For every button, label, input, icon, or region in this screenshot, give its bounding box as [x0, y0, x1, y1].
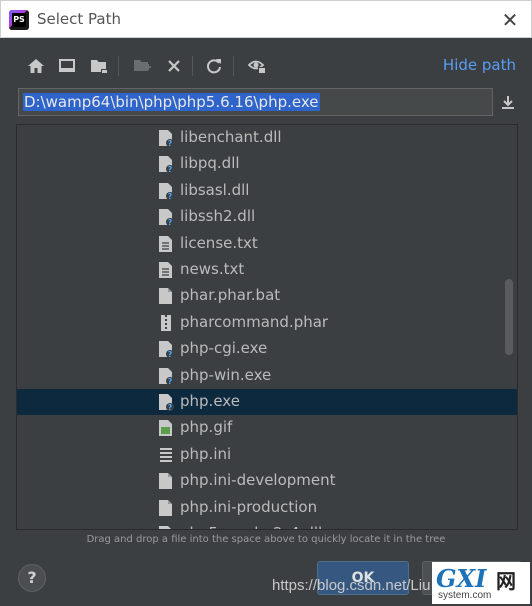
unknown-file-icon: ?: [158, 340, 174, 359]
title-bar: PS Select Path ✕: [0, 0, 532, 38]
batch-file-icon: [158, 287, 174, 305]
file-name: php.ini-development: [180, 471, 336, 490]
image-file-icon: [158, 419, 174, 437]
tree-scrollbar[interactable]: [505, 279, 513, 355]
file-row[interactable]: php.ini-production: [17, 495, 517, 521]
close-button[interactable]: ✕: [497, 7, 523, 33]
file-name: pharcommand.phar: [180, 312, 329, 331]
svg-text:?: ?: [168, 192, 173, 200]
file-name: php-cgi.exe: [180, 339, 268, 358]
file-row[interactable]: php.ini-development: [17, 468, 517, 494]
file-name: php5apache2_4.dll: [180, 524, 322, 529]
watermark-logo: GXI 网 system.com: [432, 562, 530, 604]
batch-file-icon: [158, 499, 174, 517]
file-name: libssh2.dll: [180, 207, 256, 226]
window-title: Select Path: [37, 10, 121, 28]
file-tree[interactable]: ? php5apache2_4.dll php.ini-production php.…: [16, 124, 518, 530]
file-row[interactable]: license.txt: [17, 231, 517, 257]
svg-text:?: ?: [168, 218, 173, 226]
file-name: php.ini: [180, 444, 232, 463]
file-name: libenchant.dll: [180, 128, 282, 146]
file-name: libpq.dll: [180, 154, 240, 173]
file-row[interactable]: ? php5apache2_4.dll: [17, 521, 517, 529]
project-folder-icon[interactable]: [87, 54, 111, 78]
ini-file-icon: [158, 446, 174, 464]
file-row[interactable]: ? libenchant.dll: [17, 125, 517, 151]
file-row[interactable]: ? libsasl.dll: [17, 178, 517, 204]
help-button[interactable]: ?: [18, 564, 46, 592]
phpstorm-app-icon: PS: [9, 10, 29, 30]
file-row[interactable]: phar.phar.bat: [17, 283, 517, 309]
file-name: libsasl.dll: [180, 180, 250, 199]
path-value: D:\wamp64\bin\php\php5.6.16\php.exe: [23, 93, 320, 111]
file-name: php.ini-production: [180, 497, 318, 516]
archive-file-icon: [158, 314, 174, 332]
home-icon[interactable]: [24, 54, 48, 78]
file-row[interactable]: ? php-cgi.exe: [17, 336, 517, 362]
unknown-file-icon: ?: [158, 155, 174, 174]
unknown-file-icon: ?: [158, 525, 174, 529]
text-file-icon: [158, 235, 174, 253]
path-row: D:\wamp64\bin\php\php5.6.16\php.exe: [18, 88, 518, 116]
refresh-icon[interactable]: [202, 54, 226, 78]
new-folder-icon[interactable]: [130, 54, 154, 78]
file-name: phar.phar.bat: [180, 286, 281, 305]
file-row[interactable]: ? php.exe: [17, 389, 517, 415]
batch-file-icon: [158, 472, 174, 490]
file-row[interactable]: pharcommand.phar: [17, 310, 517, 336]
file-name: license.txt: [180, 233, 258, 252]
file-name: news.txt: [180, 260, 245, 278]
file-row[interactable]: php.ini: [17, 442, 517, 468]
file-name: php-win.exe: [180, 365, 272, 384]
file-row[interactable]: ? libssh2.dll: [17, 204, 517, 230]
svg-text:?: ?: [168, 403, 173, 411]
delete-icon[interactable]: [162, 54, 186, 78]
hide-path-link[interactable]: Hide path: [443, 56, 516, 74]
file-row[interactable]: php.gif: [17, 415, 517, 441]
file-name: php.gif: [180, 418, 233, 437]
unknown-file-icon: ?: [158, 129, 174, 148]
desktop-icon[interactable]: [55, 54, 79, 78]
file-row[interactable]: ? libpq.dll: [17, 151, 517, 177]
path-input[interactable]: D:\wamp64\bin\php\php5.6.16\php.exe: [18, 88, 493, 116]
file-name: php.exe: [180, 392, 240, 410]
svg-text:?: ?: [168, 139, 173, 147]
unknown-file-icon: ?: [158, 182, 174, 201]
unknown-file-icon: ?: [158, 208, 174, 227]
download-icon[interactable]: [496, 90, 520, 114]
watermark-url: https://blog.csdn.net/Liu: [272, 577, 431, 594]
drag-drop-hint: Drag and drop a file into the space abov…: [86, 534, 446, 545]
show-hidden-icon[interactable]: [245, 54, 269, 78]
text-file-icon: [158, 261, 174, 279]
svg-text:?: ?: [168, 165, 173, 173]
toolbar: Hide path: [20, 52, 520, 80]
file-row[interactable]: news.txt: [17, 257, 517, 283]
svg-text:?: ?: [168, 350, 173, 358]
unknown-file-icon: ?: [158, 367, 174, 386]
unknown-file-icon: ?: [158, 393, 174, 412]
file-row[interactable]: ? php-win.exe: [17, 363, 517, 389]
svg-text:?: ?: [168, 377, 173, 385]
